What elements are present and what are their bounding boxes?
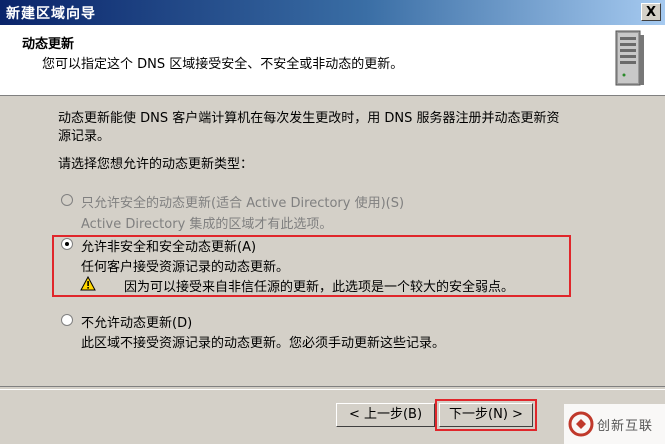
prompt-text: 请选择您想允许的动态更新类型：: [58, 157, 254, 172]
chuangxin-logo-icon: [568, 411, 594, 437]
close-button[interactable]: X: [641, 3, 661, 21]
button-separator: [0, 386, 665, 390]
next-button[interactable]: 下一步(N) >: [439, 403, 533, 427]
watermark: 创新互联: [564, 404, 665, 444]
page-description: 您可以指定这个 DNS 区域接受安全、不安全或非动态的更新。: [42, 57, 404, 72]
intro-text-line1: 动态更新能使 DNS 客户端计算机在每次发生更改时，用 DNS 服务器注册并动态…: [58, 111, 560, 126]
warning-icon: [80, 276, 96, 291]
page-title: 动态更新: [22, 37, 75, 52]
option-secure-only-label[interactable]: 只允许安全的动态更新(适合 Active Directory 使用)(S): [81, 192, 404, 211]
option-secure-only-desc: Active Directory 集成的区域才有此选项。: [81, 217, 333, 232]
option-allow-nonsecure-warning: 因为可以接受来自非信任源的更新，此选项是一个较大的安全弱点。: [124, 280, 515, 295]
option-no-dynamic-desc: 此区域不接受资源记录的动态更新。您必须手动更新这些记录。: [81, 336, 446, 351]
intro-text-line2: 源记录。: [58, 129, 111, 144]
watermark-text: 创新互联: [597, 419, 654, 434]
radio-no-dynamic[interactable]: [61, 314, 73, 326]
wizard-header: 动态更新 您可以指定这个 DNS 区域接受安全、不安全或非动态的更新。: [0, 25, 665, 96]
option-no-dynamic-label[interactable]: 不允许动态更新(D): [81, 312, 192, 331]
radio-allow-nonsecure[interactable]: [61, 238, 73, 250]
radio-secure-only[interactable]: [61, 194, 73, 206]
back-button[interactable]: < 上一步(B): [336, 403, 435, 427]
server-icon: [615, 30, 644, 86]
window-title: 新建区域向导: [6, 6, 96, 22]
title-bar: 新建区域向导 X: [0, 0, 665, 25]
option-allow-nonsecure-label[interactable]: 允许非安全和安全动态更新(A): [81, 236, 256, 255]
option-allow-nonsecure-desc: 任何客户接受资源记录的动态更新。: [81, 260, 290, 275]
